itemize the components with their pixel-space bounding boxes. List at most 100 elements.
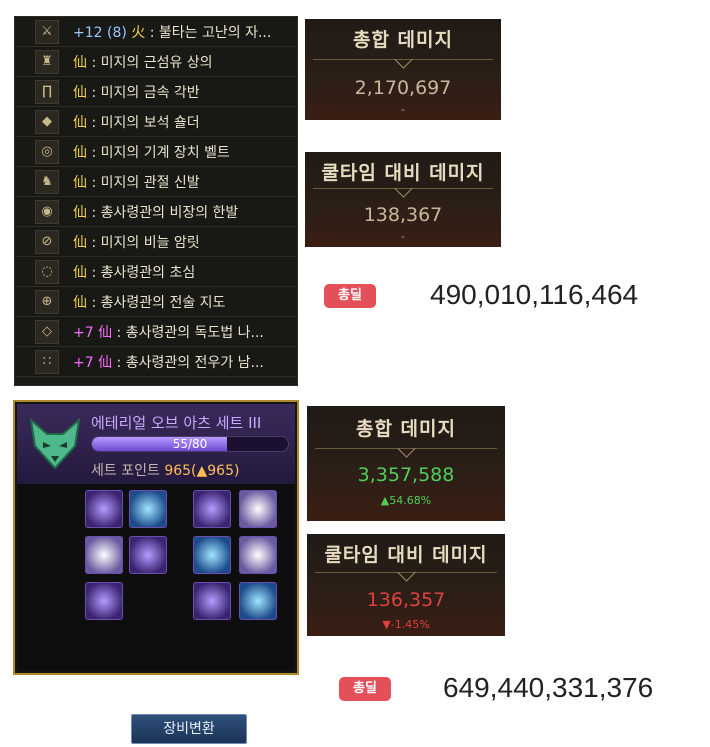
- equipment-name: +7 仙 : 총사령관의 전우가 남...: [73, 352, 293, 372]
- necklace-icon: ⊘: [35, 229, 59, 254]
- cooltime-damage-value: 136,357: [366, 589, 446, 611]
- set-points-label: 세트 포인트: [91, 463, 165, 479]
- set-points-value: 965: [164, 463, 192, 479]
- set-item-slot[interactable]: [85, 582, 123, 620]
- shoes-icon: ♞: [35, 169, 59, 194]
- equipment-refine: +12 (8): [73, 24, 127, 41]
- total-deal-value: 490,010,116,464: [430, 279, 639, 310]
- set-item-slot[interactable]: [85, 536, 123, 574]
- equipment-mark: 仙: [73, 294, 87, 311]
- equipment-name: 仙 : 미지의 금속 각반: [73, 82, 293, 102]
- equipment-mark: 仙: [73, 174, 87, 191]
- set-points-delta: (▲965): [191, 463, 240, 479]
- equipment-label: : 총사령관의 초심: [87, 264, 196, 281]
- equipment-label: : 미지의 보석 숄더: [87, 114, 200, 131]
- equipment-label: : 미지의 관절 신발: [87, 174, 200, 191]
- equipment-name: 仙 : 미지의 기계 장치 벨트: [73, 142, 293, 162]
- total-damage-change: -: [401, 103, 405, 116]
- set-points: 세트 포인트 965(▲965): [91, 460, 239, 480]
- set-header: 에테리얼 오브 아츠 세트 III 55/80 세트 포인트 965(▲965): [17, 404, 295, 484]
- set-item-slot[interactable]: [193, 582, 231, 620]
- total-damage-value: 3,357,588: [357, 464, 455, 486]
- cooltime-damage-value: 138,367: [363, 204, 443, 226]
- set-item-slot[interactable]: [129, 490, 167, 528]
- equipment-name: +7 仙 : 총사령관의 독도법 나...: [73, 322, 293, 342]
- equipment-label: : 총사령관의 독도법 나...: [112, 324, 264, 341]
- equipment-label: : 미지의 금속 각반: [87, 84, 200, 101]
- total-damage-value: 2,170,697: [354, 77, 452, 99]
- set-item-slot[interactable]: [239, 536, 277, 574]
- equipment-row[interactable]: ♜ 仙 : 미지의 근섬유 상의: [15, 47, 297, 77]
- equipment-row[interactable]: ⚔ +12 (8) 火 : 불타는 고난의 자...: [15, 17, 297, 47]
- cooltime-damage-panel-before: 쿨타임 대비 데미지 138,367 -: [305, 152, 501, 247]
- top-icon: ♜: [35, 49, 59, 74]
- fox-emblem-icon: [29, 417, 81, 470]
- set-item-slot[interactable]: [193, 490, 231, 528]
- equipment-row[interactable]: ◉ 仙 : 총사령관의 비장의 한발: [15, 197, 297, 227]
- equipment-refine: +7: [73, 354, 94, 371]
- equipment-mark: 仙: [73, 54, 87, 71]
- equipment-mark: 火: [131, 24, 146, 41]
- equipment-row[interactable]: ♞ 仙 : 미지의 관절 신발: [15, 167, 297, 197]
- set-item-slot[interactable]: [239, 582, 277, 620]
- equipment-mark: 仙: [73, 264, 87, 281]
- set-item-slot[interactable]: [239, 490, 277, 528]
- equipment-row[interactable]: ◆ 仙 : 미지의 보석 숄더: [15, 107, 297, 137]
- cooltime-damage-change: ▼-1.45%: [382, 618, 430, 631]
- equipment-name: 仙 : 총사령관의 비장의 한발: [73, 202, 293, 222]
- equipment-mark: 仙: [98, 324, 113, 341]
- set-item-slot[interactable]: [193, 536, 231, 574]
- equipment-name: 仙 : 미지의 보석 숄더: [73, 112, 293, 132]
- set-equipment-grid: 장비변환: [17, 484, 295, 744]
- total-deal-value: 649,440,331,376: [443, 672, 654, 703]
- set-name: 에테리얼 오브 아츠 세트 III: [91, 414, 262, 432]
- equipment-name: 仙 : 미지의 비늘 암릿: [73, 232, 293, 252]
- equipment-mark: 仙: [73, 234, 87, 251]
- equipment-mark: 仙: [73, 84, 87, 101]
- chevron-down-icon: [397, 439, 416, 458]
- equipment-row[interactable]: ⊕ 仙 : 총사령관의 전술 지도: [15, 287, 297, 317]
- pants-icon: ∏: [35, 79, 59, 104]
- equipment-row[interactable]: ∷ +7 仙 : 총사령관의 전우가 남...: [15, 347, 297, 377]
- equipment-mark: 仙: [73, 204, 87, 221]
- set-panel: 에테리얼 오브 아츠 세트 III 55/80 세트 포인트 965(▲965)…: [13, 400, 299, 744]
- cooltime-damage-change: -: [401, 230, 405, 243]
- equipment-label: : 불타는 고난의 자...: [145, 24, 272, 41]
- total-damage-change: ▲54.68%: [380, 494, 432, 507]
- total-damage-panel-after: 총합 데미지 3,357,588 ▲54.68%: [307, 406, 505, 521]
- total-deal-badge: 총딜: [324, 284, 376, 308]
- set-item-slot[interactable]: [129, 536, 167, 574]
- equipment-name: 仙 : 미지의 관절 신발: [73, 172, 293, 192]
- equipment-label: : 미지의 기계 장치 벨트: [87, 144, 230, 161]
- equipment-row[interactable]: ⊘ 仙 : 미지의 비늘 암릿: [15, 227, 297, 257]
- equipment-name: +12 (8) 火 : 불타는 고난의 자...: [73, 22, 293, 42]
- set-progress-text: 55/80: [172, 437, 208, 451]
- equipment-label: : 미지의 비늘 암릿: [87, 234, 200, 251]
- total-deal-badge: 총딜: [339, 677, 391, 701]
- equipment-row[interactable]: ◎ 仙 : 미지의 기계 장치 벨트: [15, 137, 297, 167]
- equipment-mark: 仙: [73, 114, 87, 131]
- equipment-row[interactable]: ∏ 仙 : 미지의 금속 각반: [15, 77, 297, 107]
- weapon-icon: ⚔: [35, 19, 59, 44]
- equipment-list: ⚔ +12 (8) 火 : 불타는 고난의 자... ♜ 仙 : 미지의 근섬유 상의…: [14, 16, 298, 386]
- equipment-name: 仙 : 총사령관의 전술 지도: [73, 292, 293, 312]
- equipment-mark: 仙: [98, 354, 113, 371]
- equipment-label: : 총사령관의 전우가 남...: [112, 354, 264, 371]
- equipment-name: 仙 : 미지의 근섬유 상의: [73, 52, 293, 72]
- equipment-label: : 총사령관의 전술 지도: [87, 294, 226, 311]
- total-damage-title: 총합 데미지: [355, 418, 456, 440]
- equipment-swap-button[interactable]: 장비변환: [131, 714, 247, 744]
- equipment-name: 仙 : 총사령관의 초심: [73, 262, 293, 282]
- equipment-row[interactable]: ◇ +7 仙 : 총사령관의 독도법 나...: [15, 317, 297, 347]
- equipment-row[interactable]: ◌ 仙 : 총사령관의 초심: [15, 257, 297, 287]
- shoulder-icon: ◆: [35, 109, 59, 134]
- earring-icon: ∷: [35, 349, 59, 374]
- total-damage-title: 총합 데미지: [352, 29, 453, 51]
- support-icon: ⊕: [35, 289, 59, 314]
- belt-icon: ◎: [35, 139, 59, 164]
- chevron-down-icon: [394, 50, 413, 69]
- equipment-label: : 총사령관의 비장의 한발: [87, 204, 239, 221]
- equipment-mark: 仙: [73, 144, 87, 161]
- set-item-slot[interactable]: [85, 490, 123, 528]
- equipment-refine: +7: [73, 324, 94, 341]
